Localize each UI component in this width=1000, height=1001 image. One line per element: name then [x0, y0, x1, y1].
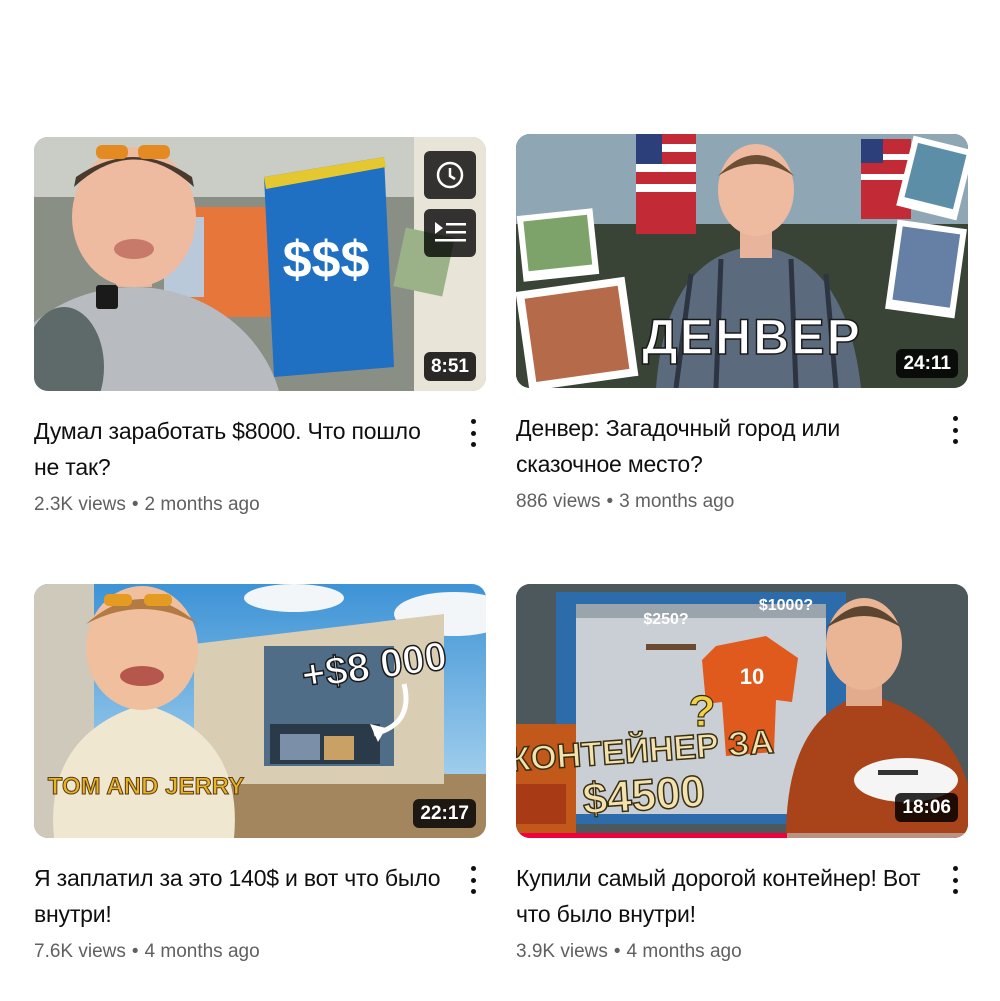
- upload-age: 3 months ago: [619, 491, 735, 512]
- upload-age: 4 months ago: [144, 941, 260, 962]
- video-card[interactable]: $$$ 8:51 Думал заработать $8000. Что пош…: [34, 137, 486, 519]
- clock-icon: [436, 161, 464, 189]
- thumbnail-caption: $$$: [283, 231, 370, 289]
- video-duration: 8:51: [423, 352, 476, 381]
- thumbnail-caption: ДЕНВЕР: [642, 309, 862, 365]
- upload-age: 4 months ago: [626, 941, 742, 962]
- more-actions-icon[interactable]: [466, 419, 480, 447]
- view-count: 7.6K views: [34, 941, 126, 962]
- more-actions-icon[interactable]: [948, 866, 962, 894]
- watch-progress-bar: [516, 833, 968, 838]
- separator: •: [606, 491, 614, 512]
- shirt-print: TOM AND JERRY: [48, 773, 244, 800]
- jersey-number: 10: [740, 664, 764, 689]
- video-stats: 3.9K views • 4 months ago: [516, 938, 924, 966]
- thumbnail-caption-price: $4500: [581, 767, 706, 824]
- thumbnail-image: $$$: [34, 137, 486, 391]
- video-title[interactable]: Думал заработать $8000. Что пошло не так…: [34, 413, 442, 485]
- video-thumbnail[interactable]: 10 $250? $1000? ? КОНТЕЙНЕР ЗА $4500 18:…: [516, 584, 968, 838]
- video-stats: 886 views • 3 months ago: [516, 488, 924, 516]
- video-card[interactable]: ДЕНВЕР 24:11 Денвер: Загадочный город ил…: [516, 134, 968, 516]
- watch-later-button[interactable]: [424, 151, 476, 199]
- video-duration: 18:06: [895, 793, 958, 822]
- separator: •: [131, 494, 139, 515]
- separator: •: [131, 941, 139, 962]
- watch-progress-fill: [516, 833, 788, 838]
- view-count: 2.3K views: [34, 494, 126, 515]
- video-title[interactable]: Купили самый дорогой контейнер! Вот что …: [516, 860, 924, 932]
- separator: •: [613, 941, 621, 962]
- add-to-queue-icon: [435, 222, 466, 242]
- video-title[interactable]: Денвер: Загадочный город или сказочное м…: [516, 410, 924, 482]
- video-duration: 24:11: [896, 349, 958, 378]
- more-actions-icon[interactable]: [466, 866, 480, 894]
- video-card[interactable]: 10 $250? $1000? ? КОНТЕЙНЕР ЗА $4500 18:…: [516, 584, 968, 966]
- upload-age: 2 months ago: [144, 494, 260, 515]
- price-tag: $250?: [643, 611, 688, 628]
- video-card[interactable]: TOM AND JERRY +$8 000 22:17 Я заплатил з…: [34, 584, 486, 966]
- more-actions-icon[interactable]: [948, 416, 962, 444]
- video-thumbnail[interactable]: ДЕНВЕР 24:11: [516, 134, 968, 388]
- video-duration: 22:17: [413, 799, 476, 828]
- video-thumbnail[interactable]: TOM AND JERRY +$8 000 22:17: [34, 584, 486, 838]
- video-stats: 2.3K views • 2 months ago: [34, 491, 442, 519]
- view-count: 3.9K views: [516, 941, 608, 962]
- add-to-queue-button[interactable]: [424, 209, 476, 257]
- price-tag: $1000?: [759, 597, 813, 614]
- video-stats: 7.6K views • 4 months ago: [34, 938, 442, 966]
- video-title[interactable]: Я заплатил за это 140$ и вот что было вн…: [34, 860, 442, 932]
- view-count: 886 views: [516, 491, 601, 512]
- video-thumbnail[interactable]: $$$ 8:51: [34, 137, 486, 391]
